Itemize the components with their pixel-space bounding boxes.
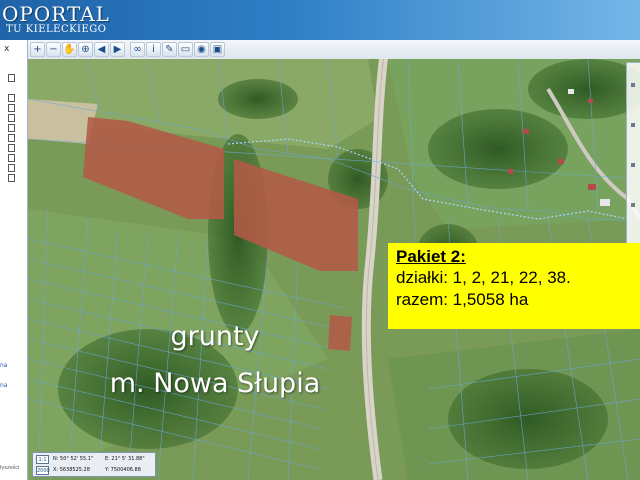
- control-dot[interactable]: [631, 83, 635, 87]
- close-icon[interactable]: x: [4, 44, 9, 54]
- layer-doc-icon[interactable]: [8, 104, 15, 112]
- map-side-controls[interactable]: [626, 62, 640, 244]
- layer-doc-icon[interactable]: [8, 164, 15, 172]
- portal-header: OPORTAL TU KIELECKIEGO: [0, 0, 640, 40]
- back-arrow-icon[interactable]: ◀: [94, 42, 109, 57]
- y-coordinate-readout: Y: 7500406.88: [105, 467, 141, 473]
- globe-icon[interactable]: ◉: [194, 42, 209, 57]
- layer-doc-icon[interactable]: [8, 144, 15, 152]
- package-title: Pakiet 2:: [396, 247, 466, 266]
- scale-bar-icon[interactable]: ▭: [178, 42, 193, 57]
- layer-doc-icon[interactable]: [8, 174, 15, 182]
- layer-doc-icon[interactable]: [8, 154, 15, 162]
- scale-button[interactable]: 1:1: [36, 455, 49, 464]
- latitude-readout: N: 50° 52' 55.1": [53, 456, 94, 462]
- pan-hand-icon[interactable]: ✋: [62, 42, 77, 57]
- logo-subtitle: TU KIELECKIEGO: [6, 24, 107, 35]
- layers-panel: x na na łyszości: [0, 40, 28, 480]
- measure-icon[interactable]: ✎: [162, 42, 177, 57]
- land-label-line2: m. Nowa Słupia: [109, 368, 321, 399]
- x-coordinate-readout: X: 5638525.28: [53, 467, 90, 473]
- longitude-readout: E: 21° 5' 31.88": [105, 456, 145, 462]
- info-icon[interactable]: i: [146, 42, 161, 57]
- panel-link[interactable]: na: [0, 362, 7, 369]
- scale-value-button[interactable]: 2000: [36, 466, 50, 475]
- control-dot[interactable]: [631, 163, 635, 167]
- land-label-line1: grunty: [170, 321, 260, 352]
- forward-arrow-icon[interactable]: ▶: [110, 42, 125, 57]
- map-toolbar: + − ✋ ⊕ ◀ ▶ ∞ i ✎ ▭ ◉ ▣: [28, 40, 640, 60]
- layer-doc-icon[interactable]: [8, 94, 15, 102]
- layer-doc-icon[interactable]: [8, 124, 15, 132]
- zoom-extent-icon[interactable]: ⊕: [78, 42, 93, 57]
- package-parcels: działki: 1, 2, 21, 22, 38.: [396, 268, 571, 287]
- coordinates-bar: 1:1 2000 N: 50° 52' 55.1" E: 21° 5' 31.8…: [32, 452, 156, 477]
- logo-title: OPORTAL: [2, 2, 110, 26]
- layer-doc-icon[interactable]: [8, 74, 15, 82]
- panel-link[interactable]: na: [0, 382, 7, 389]
- control-dot[interactable]: [631, 123, 635, 127]
- land-label: grunty m. Nowa Słupia: [55, 313, 375, 407]
- layer-doc-icon[interactable]: [8, 134, 15, 142]
- package-total-area: razem: 1,5058 ha: [396, 290, 529, 309]
- zoom-in-icon[interactable]: +: [30, 42, 45, 57]
- layer-doc-icon[interactable]: [8, 114, 15, 122]
- control-dot[interactable]: [631, 203, 635, 207]
- panel-footer-text: łyszości: [0, 465, 20, 471]
- package-info-box: Pakiet 2: działki: 1, 2, 21, 22, 38. raz…: [388, 243, 640, 329]
- zoom-out-icon[interactable]: −: [46, 42, 61, 57]
- link-icon[interactable]: ∞: [130, 42, 145, 57]
- camera-icon[interactable]: ▣: [210, 42, 225, 57]
